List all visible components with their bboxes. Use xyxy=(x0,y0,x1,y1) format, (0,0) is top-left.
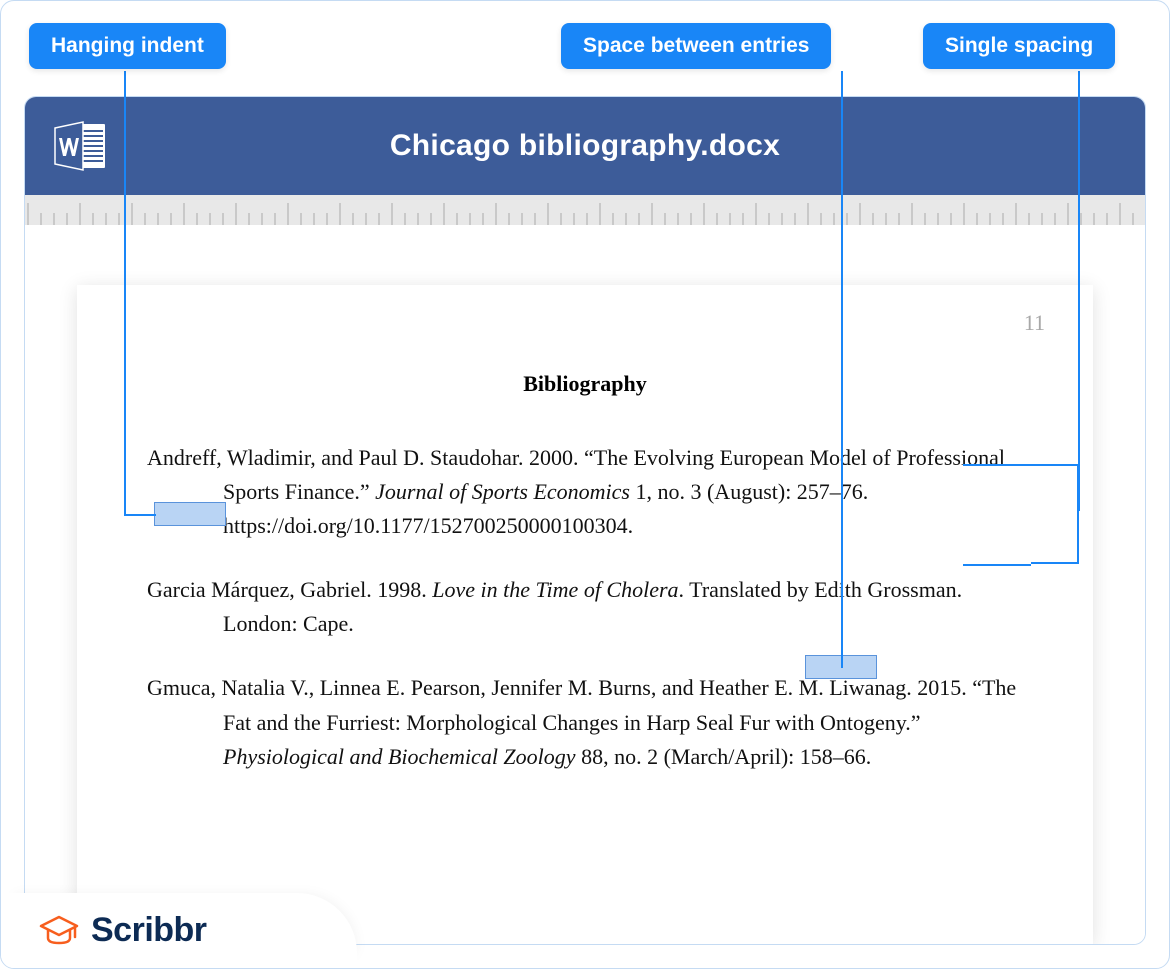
ruler xyxy=(25,195,1145,225)
scribbr-logo-text: Scribbr xyxy=(91,911,207,950)
word-document-icon xyxy=(53,120,107,172)
entry-italic: Journal of Sports Economics xyxy=(375,479,630,504)
callout-single-spacing: Single spacing xyxy=(923,23,1115,69)
connector-line xyxy=(841,71,843,668)
connector-line xyxy=(124,514,156,516)
callout-row: Hanging indent Space between entries Sin… xyxy=(1,23,1169,75)
highlight-hanging-indent xyxy=(154,502,226,526)
entry-text: Gmuca, Natalia V., Linnea E. Pearson, Je… xyxy=(147,675,1016,734)
bibliography-entry: Gmuca, Natalia V., Linnea E. Pearson, Je… xyxy=(147,671,1023,773)
bibliography-entry: Garcia Márquez, Gabriel. 1998. Love in t… xyxy=(147,573,1023,641)
scribbr-logo-icon xyxy=(39,913,79,949)
scribbr-badge: Scribbr xyxy=(1,893,357,968)
entry-text: Garcia Márquez, Gabriel. 1998. xyxy=(147,577,432,602)
page-background: 11 Bibliography Andreff, Wladimir, and P… xyxy=(25,225,1145,944)
callout-space-between: Space between entries xyxy=(561,23,831,69)
document-filename: Chicago bibliography.docx xyxy=(107,129,1117,163)
callout-hanging-indent: Hanging indent xyxy=(29,23,226,69)
entry-italic: Love in the Time of Cholera xyxy=(432,577,678,602)
connector-line xyxy=(963,464,1031,466)
outer-frame: Hanging indent Space between entries Sin… xyxy=(0,0,1170,969)
bracket-single-spacing xyxy=(1031,464,1079,564)
entry-text: 88, no. 2 (March/April): 158–66. xyxy=(576,744,872,769)
connector-line xyxy=(1078,71,1080,511)
title-bar: Chicago bibliography.docx xyxy=(25,97,1145,195)
connector-line xyxy=(963,564,1031,566)
page-number: 11 xyxy=(1024,310,1045,336)
connector-line xyxy=(124,71,126,514)
bibliography-entry: Andreff, Wladimir, and Paul D. Staudohar… xyxy=(147,441,1023,543)
entry-italic: Physiological and Biochemical Zoology xyxy=(223,744,576,769)
bibliography-heading: Bibliography xyxy=(147,371,1023,397)
document-page: 11 Bibliography Andreff, Wladimir, and P… xyxy=(77,285,1093,944)
